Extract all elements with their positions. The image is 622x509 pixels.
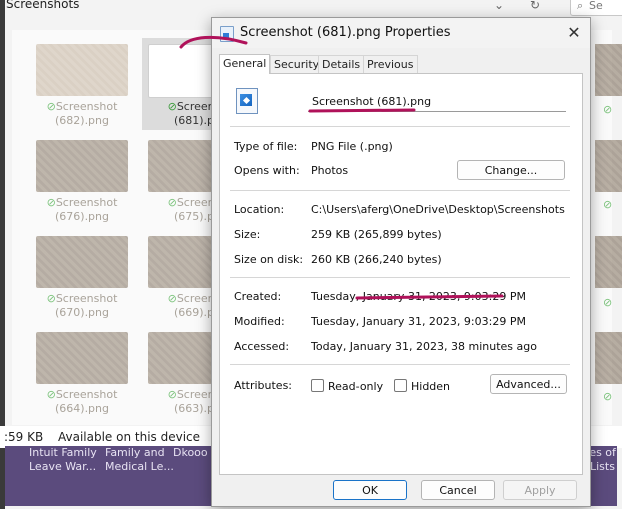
tab-general[interactable]: General <box>219 54 271 74</box>
annotation-underline-created <box>355 294 504 300</box>
annotation-arrow-stroke <box>179 35 248 49</box>
annotation-overlay <box>179 35 504 300</box>
annotation-underline-filename <box>308 108 416 113</box>
